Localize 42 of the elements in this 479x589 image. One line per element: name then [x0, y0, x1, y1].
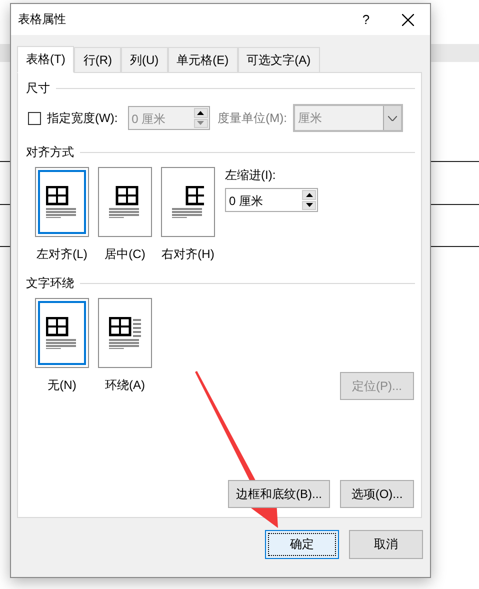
option-label: 环绕(A): [105, 377, 145, 394]
option-label: 右对齐(H): [162, 246, 214, 263]
ok-button[interactable]: 确定: [265, 530, 339, 559]
help-button[interactable]: ?: [346, 12, 386, 27]
close-icon: [402, 14, 414, 26]
checkbox-label: 指定宽度(W):: [47, 110, 118, 126]
section-heading: 文字环绕: [26, 274, 74, 292]
tab[interactable]: 表格(T): [17, 46, 74, 73]
option-tile[interactable]: [161, 167, 215, 237]
panel-button[interactable]: 选项(O)...: [340, 480, 414, 508]
table-alignment-icon: [172, 186, 204, 218]
indent-label: 左缩进(I):: [225, 167, 277, 184]
wrap-around-table-icon: [109, 317, 141, 349]
indent-field[interactable]: 0 厘米: [225, 188, 318, 212]
option-tile[interactable]: [98, 298, 152, 368]
spin-down-button[interactable]: [302, 200, 316, 210]
unit-label: 度量单位(M):: [218, 110, 287, 126]
up-arrow-icon: [197, 110, 204, 115]
cancel-button[interactable]: 取消: [349, 530, 423, 559]
tab[interactable]: 单元格(E): [168, 47, 238, 72]
section-heading: 尺寸: [26, 80, 50, 96]
up-arrow-icon: [306, 192, 312, 197]
tab[interactable]: 列(U): [121, 47, 168, 72]
option-label: 居中(C): [104, 246, 146, 263]
option-tile[interactable]: [98, 167, 152, 237]
option-tile[interactable]: [35, 167, 89, 237]
option-label: 左对齐(L): [36, 246, 88, 263]
checkbox[interactable]: [28, 112, 41, 124]
window-title: 表格属性: [18, 11, 67, 28]
section-heading: 对齐方式: [26, 144, 74, 160]
table-alignment-icon: [46, 186, 78, 218]
table-alignment-icon: [46, 317, 78, 349]
table-alignment-icon: [109, 186, 141, 218]
chevron-down-icon: [388, 116, 397, 120]
panel-button[interactable]: 边框和底纹(B)...: [228, 480, 330, 508]
option-label: 无(N): [48, 377, 76, 394]
down-arrow-icon: [197, 121, 204, 126]
tab[interactable]: 行(R): [74, 47, 121, 72]
tab[interactable]: 可选文字(A): [238, 47, 320, 72]
spin-up-button[interactable]: [302, 190, 316, 200]
down-arrow-icon: [306, 203, 312, 208]
option-tile[interactable]: [35, 298, 89, 368]
